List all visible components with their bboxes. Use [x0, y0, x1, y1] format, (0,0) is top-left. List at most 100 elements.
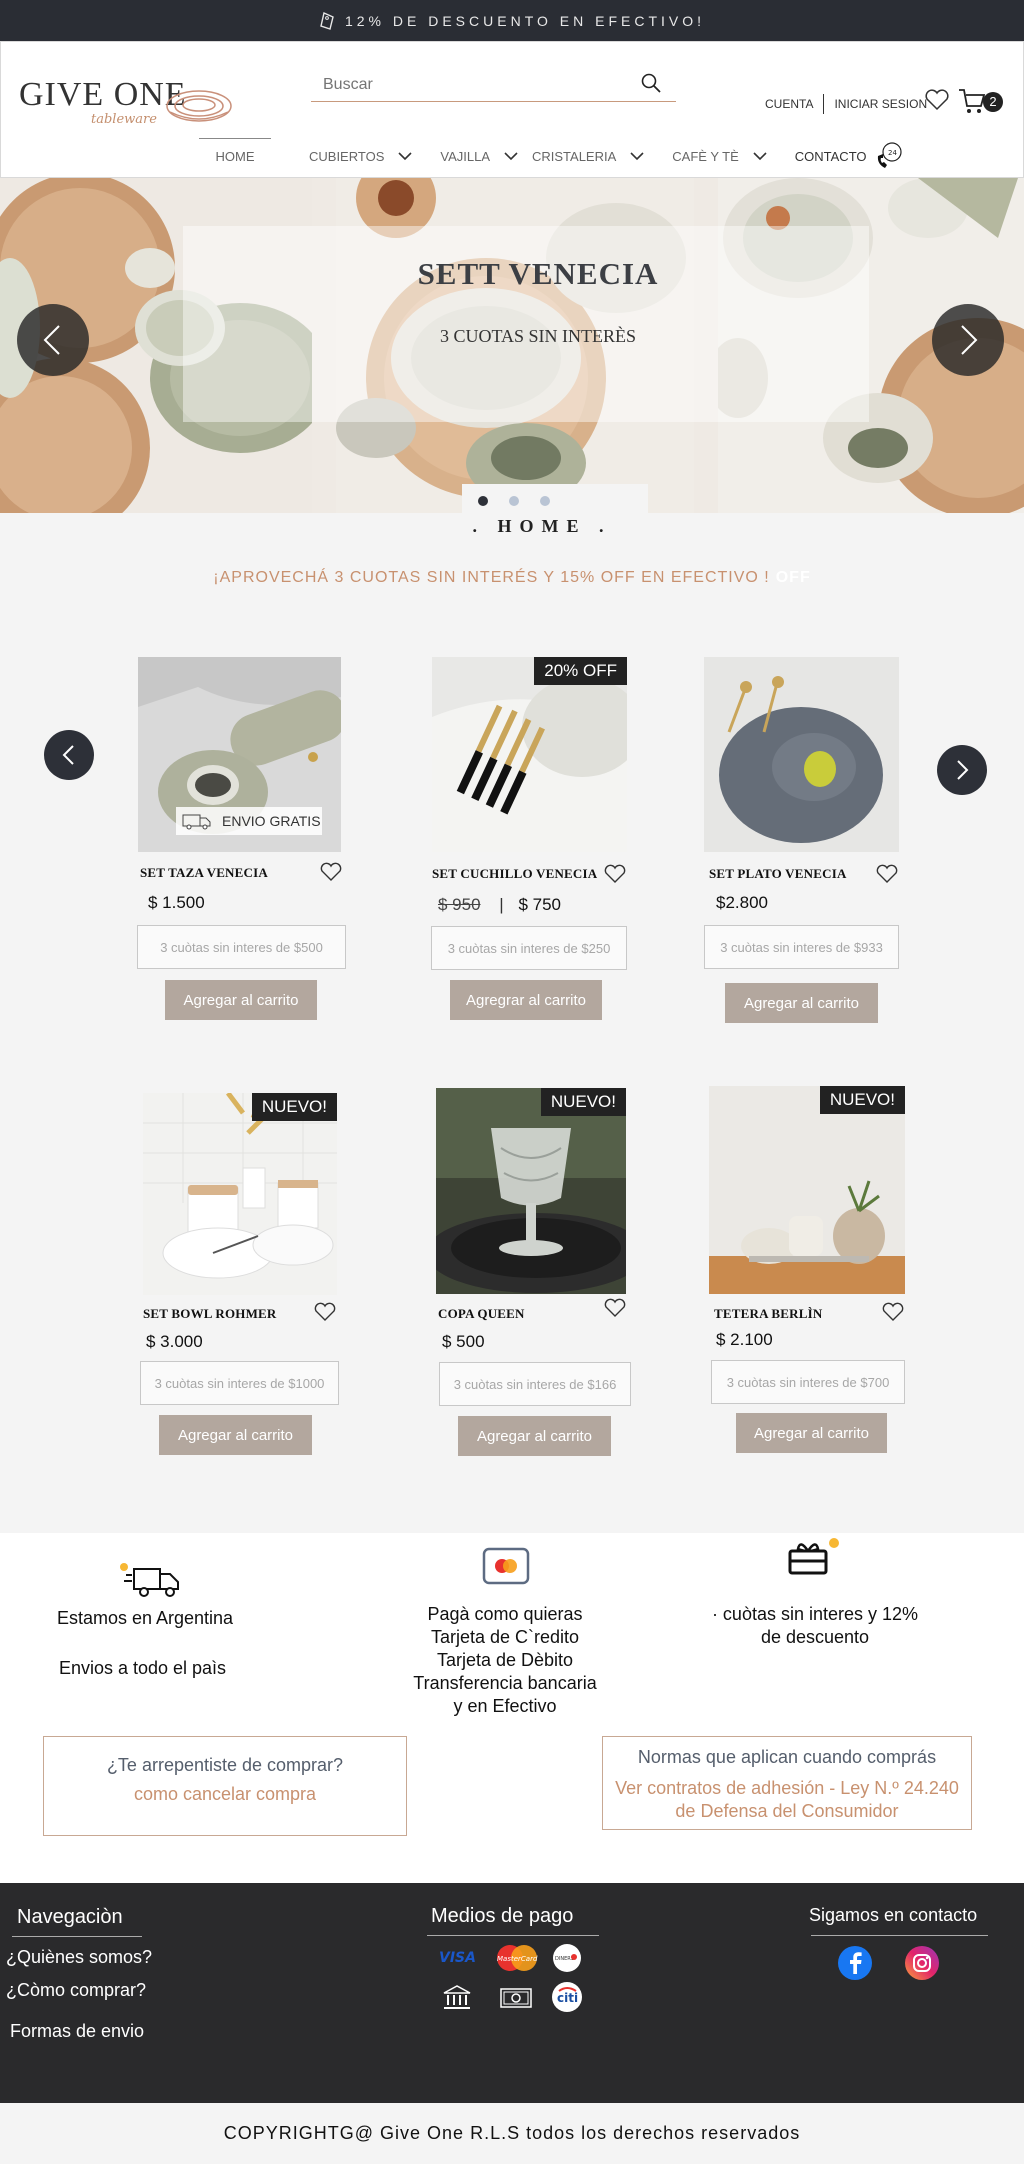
- price-separator: |: [499, 895, 504, 914]
- heart-icon[interactable]: [604, 864, 626, 884]
- product-image-set-plato-venecia[interactable]: [704, 657, 899, 852]
- free-shipping-ribbon: ENVIO GRATIS: [176, 807, 322, 835]
- law-link-line: de Defensa del Consumidor: [675, 1801, 899, 1821]
- footer-link-about[interactable]: ¿Quiènes somos?: [6, 1947, 152, 1968]
- chevron-right-icon: [957, 760, 969, 780]
- consumer-law-link[interactable]: Ver contratos de adhesión - Ley N.º 24.2…: [603, 1777, 971, 1823]
- product-photo: [709, 1086, 905, 1294]
- installments-line: · cuòtas sin interes y 12%: [711, 1604, 919, 1624]
- truck-icon: [182, 814, 211, 830]
- add-to-cart-button[interactable]: Agregar al carrito: [159, 1415, 312, 1455]
- installments-box: 3 cuòtas sin interes de $933: [704, 925, 899, 969]
- shipping-scope-text: Envios a todo el paìs: [58, 1658, 227, 1678]
- product-image-set-cuchillo-venecia[interactable]: 20% OFF: [432, 657, 627, 852]
- footer-link-how-to-buy[interactable]: ¿Còmo comprar?: [6, 1980, 146, 2001]
- products-prev-button[interactable]: [44, 730, 94, 780]
- installments-box: 3 cuòtas sin interes de $700: [711, 1360, 905, 1404]
- facebook-glyph: [850, 1952, 862, 1974]
- payment-line: Tarjeta de C`redito: [430, 1627, 580, 1647]
- installments-box: 3 cuòtas sin interes de $500: [137, 925, 346, 969]
- search-input[interactable]: [323, 74, 623, 96]
- search-icon[interactable]: [640, 72, 662, 94]
- add-to-cart-button[interactable]: Agregrar al carrito: [450, 980, 602, 1020]
- nav-cristaleria[interactable]: CRISTALERIA: [532, 138, 644, 174]
- old-price: $ 950: [438, 895, 481, 914]
- product-name[interactable]: SET PLATO VENECIA: [709, 866, 847, 882]
- heart-icon[interactable]: [604, 1298, 626, 1318]
- nav-label: CONTACTO: [794, 148, 867, 164]
- product-name[interactable]: COPA QUEEN: [438, 1306, 525, 1322]
- product-name[interactable]: SET TAZA VENECIA: [140, 865, 268, 881]
- nav-label: CUBIERTOS: [309, 148, 385, 164]
- promo-banner: ¡APROVECHÁ 3 CUOTAS SIN INTERÉS Y 15% OF…: [0, 569, 1024, 587]
- chevron-down-icon: [398, 151, 412, 160]
- product-photo: [436, 1088, 626, 1294]
- discount-badge: 20% OFF: [534, 657, 627, 685]
- wishlist-heart-icon[interactable]: [924, 88, 950, 112]
- hero-next-button[interactable]: [932, 304, 1004, 376]
- features-section: Estamos en Argentina Envios a todo el pa…: [0, 1533, 1024, 1883]
- nav-home[interactable]: HOME: [199, 138, 271, 174]
- add-to-cart-button[interactable]: Agregar al carrito: [725, 983, 878, 1023]
- bank-icon: [443, 1985, 471, 2009]
- nav-cubiertos[interactable]: CUBIERTOS: [309, 138, 412, 174]
- main-nav: HOME CUBIERTOS VAJILLA CRISTALERIA CAFÈ …: [199, 138, 903, 174]
- add-to-cart-button[interactable]: Agregar al carrito: [165, 980, 317, 1020]
- product-name[interactable]: SET CUCHILLO VENECIA: [432, 866, 597, 882]
- payment-line: Tarjeta de Dèbito: [436, 1650, 574, 1670]
- copyright-bar: COPYRIGHTG@ Give One R.L.S todos los der…: [0, 2103, 1024, 2164]
- product-image-copa-queen[interactable]: NUEVO!: [436, 1088, 626, 1294]
- add-to-cart-button[interactable]: Agregar al carrito: [458, 1416, 611, 1456]
- law-link-line: Ver contratos de adhesión - Ley N.º 24.2…: [615, 1778, 959, 1798]
- cart-button[interactable]: 2: [957, 86, 1003, 116]
- carousel-dot[interactable]: [540, 496, 550, 506]
- mastercard-text: MasterCard: [497, 1955, 538, 1963]
- heart-icon[interactable]: [314, 1302, 336, 1322]
- hero-prev-button[interactable]: [17, 304, 89, 376]
- product-name[interactable]: SET BOWL ROHMER: [143, 1306, 277, 1322]
- cancel-purchase-link[interactable]: como cancelar compra: [44, 1784, 406, 1805]
- regret-question: ¿Te arrepentiste de comprar?: [106, 1755, 344, 1775]
- instagram-glyph: [913, 1954, 931, 1972]
- delivery-truck-icon: [120, 1563, 179, 1597]
- breadcrumb: . HOME .: [472, 516, 612, 536]
- carousel-dot[interactable]: [478, 496, 488, 506]
- heart-icon[interactable]: [882, 1302, 904, 1322]
- installments-box: 3 cuòtas sin interes de $250: [431, 926, 627, 970]
- search-box: [311, 66, 676, 102]
- product-image-set-bowl-rohmer[interactable]: NUEVO!: [143, 1093, 337, 1295]
- carousel-dot[interactable]: [509, 496, 519, 506]
- nav-vajilla[interactable]: VAJILLA: [440, 138, 518, 174]
- logo-script: tableware: [91, 112, 157, 127]
- site-footer: Navegaciòn ¿Quiènes somos? ¿Còmo comprar…: [0, 1883, 1024, 2103]
- nav-label: VAJILLA: [440, 148, 490, 164]
- chevron-right-icon: [961, 325, 978, 355]
- heart-icon[interactable]: [320, 862, 342, 882]
- footer-link-shipping[interactable]: Formas de envio: [10, 2021, 144, 2042]
- product-image-set-taza-venecia[interactable]: ENVIO GRATIS: [138, 657, 341, 852]
- product-image-tetera-berlin[interactable]: NUEVO!: [709, 1086, 905, 1294]
- cart-count-badge: 2: [983, 92, 1003, 112]
- diners-icon: DINERS: [553, 1944, 581, 1972]
- product-price: $ 1.500: [148, 893, 205, 912]
- chevron-down-icon: [630, 151, 644, 160]
- divider: [427, 1935, 599, 1936]
- visa-icon: VISA: [439, 1950, 476, 1966]
- instagram-icon[interactable]: [905, 1946, 939, 1980]
- hero-carousel: SETT VENECIA 3 CUOTAS SIN INTERÈS: [0, 178, 1024, 513]
- heart-icon[interactable]: [876, 864, 898, 884]
- facebook-icon[interactable]: [838, 1946, 872, 1980]
- product-name[interactable]: TETERA BERLÌN: [714, 1306, 822, 1322]
- divider: [12, 1936, 142, 1937]
- promo-top-bar: 12% DE DESCUENTO EN EFECTIVO!: [0, 0, 1024, 41]
- brand-logo[interactable]: GIVE ONE tableware: [19, 72, 234, 132]
- login-link[interactable]: INICIAR SESION: [834, 97, 927, 111]
- products-next-button[interactable]: [937, 745, 987, 795]
- promo-tail: OFF: [775, 569, 811, 586]
- add-to-cart-button[interactable]: Agregar al carrito: [736, 1413, 887, 1453]
- nav-contacto[interactable]: CONTACTO 24: [795, 138, 903, 174]
- account-link[interactable]: CUENTA: [765, 97, 813, 111]
- nav-label: CAFÈ Y TÈ: [672, 148, 739, 164]
- product-price: $ 950 | $ 750: [438, 895, 561, 915]
- nav-cafe-te[interactable]: CAFÈ Y TÈ: [672, 138, 767, 174]
